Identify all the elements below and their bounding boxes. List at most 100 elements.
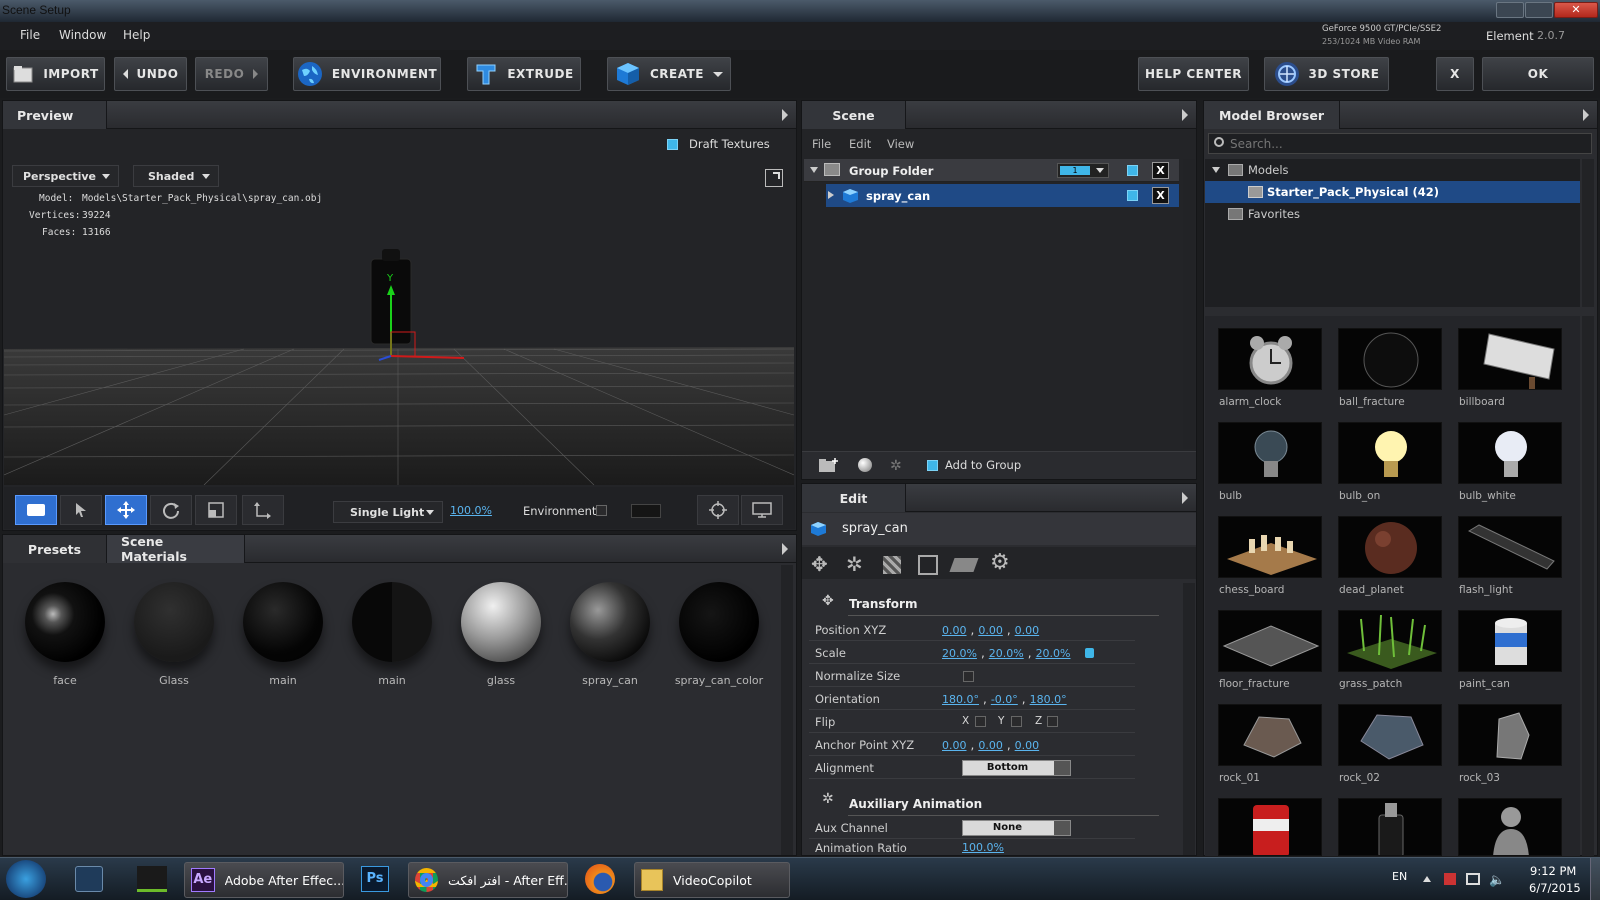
ok-button[interactable]: OK bbox=[1482, 57, 1594, 91]
maximize-viewport-icon[interactable] bbox=[765, 169, 783, 187]
group-count-dropdown[interactable]: 1 bbox=[1057, 163, 1109, 178]
gear-icon[interactable]: ✲ bbox=[890, 458, 902, 474]
tab-scene[interactable]: Scene bbox=[802, 101, 906, 129]
shading-dropdown[interactable]: Shaded bbox=[133, 165, 219, 187]
model-item[interactable]: bulb_white bbox=[1458, 422, 1564, 502]
edit-scrollbar[interactable] bbox=[1183, 583, 1195, 855]
taskbar-chrome[interactable]: افتر افكت - After Eff... bbox=[408, 862, 568, 898]
rotate-tool-button[interactable] bbox=[150, 495, 192, 525]
search-input[interactable] bbox=[1230, 135, 1585, 152]
model-item[interactable]: grass_patch bbox=[1338, 610, 1444, 690]
tab-model-browser[interactable]: Model Browser bbox=[1204, 101, 1340, 129]
environment-button[interactable]: ENVIRONMENT bbox=[293, 57, 441, 91]
draft-textures-checkbox[interactable] bbox=[667, 139, 678, 150]
orientation-y[interactable]: -0.0° bbox=[991, 693, 1018, 706]
tray-arrow-icon[interactable] bbox=[1423, 876, 1431, 882]
scale-y[interactable]: 20.0% bbox=[989, 647, 1024, 660]
tab-scene-materials[interactable]: Scene Materials bbox=[107, 534, 245, 564]
group-visible-checkbox[interactable] bbox=[1127, 165, 1138, 176]
recenter-button[interactable] bbox=[697, 495, 739, 525]
start-button[interactable] bbox=[6, 860, 46, 898]
model-item[interactable]: bulb bbox=[1218, 422, 1324, 502]
copy-tab-icon[interactable] bbox=[918, 555, 938, 575]
model-item[interactable] bbox=[1458, 798, 1564, 856]
new-folder-icon[interactable] bbox=[818, 457, 840, 473]
position-z[interactable]: 0.00 bbox=[1015, 624, 1040, 637]
add-to-group-checkbox[interactable] bbox=[927, 460, 938, 471]
scene-menu-view[interactable]: View bbox=[887, 137, 914, 151]
create-button[interactable]: CREATE bbox=[607, 57, 731, 91]
model-item[interactable] bbox=[1218, 798, 1324, 856]
taskbar-after-effects[interactable]: Ae Adobe After Effec... bbox=[184, 862, 344, 898]
environment-checkbox[interactable] bbox=[596, 505, 607, 516]
tab-preview[interactable]: Preview bbox=[3, 101, 107, 129]
taskbar-folder[interactable]: VideoCopilot bbox=[634, 862, 790, 898]
photoshop-icon[interactable]: Ps bbox=[361, 866, 389, 892]
materials-scrollbar[interactable] bbox=[781, 565, 793, 855]
camera-tool-button[interactable] bbox=[15, 495, 57, 525]
material-item[interactable]: spray_can bbox=[562, 582, 658, 687]
cancel-button[interactable]: X bbox=[1436, 57, 1474, 91]
redo-button[interactable]: REDO bbox=[195, 57, 268, 91]
transform-tab-icon[interactable]: ✥ bbox=[811, 552, 828, 576]
flip-z-checkbox[interactable] bbox=[1047, 716, 1058, 727]
model-item[interactable]: alarm_clock bbox=[1218, 328, 1324, 408]
flip-y-checkbox[interactable] bbox=[1011, 716, 1022, 727]
model-item[interactable]: paint_can bbox=[1458, 610, 1564, 690]
scene-menu-file[interactable]: File bbox=[812, 137, 831, 151]
model-item[interactable]: flash_light bbox=[1458, 516, 1564, 596]
axis-tool-button[interactable] bbox=[242, 495, 284, 525]
position-y[interactable]: 0.00 bbox=[978, 624, 1003, 637]
3d-store-button[interactable]: 3D STORE bbox=[1264, 57, 1389, 91]
position-x[interactable]: 0.00 bbox=[942, 624, 967, 637]
scene-scrollbar[interactable] bbox=[1183, 159, 1195, 449]
panel-expand-icon[interactable] bbox=[782, 543, 788, 555]
undo-button[interactable]: UNDO bbox=[114, 57, 187, 91]
grid-scrollbar[interactable] bbox=[1582, 316, 1594, 856]
light-percent[interactable]: 100.0% bbox=[450, 504, 492, 517]
scale-tool-button[interactable] bbox=[195, 495, 237, 525]
material-item[interactable]: face bbox=[17, 582, 113, 687]
firefox-icon[interactable] bbox=[585, 864, 615, 894]
aux-channel-dropdown[interactable]: None bbox=[962, 820, 1071, 836]
network-icon[interactable] bbox=[1466, 873, 1480, 885]
move-tool-button[interactable] bbox=[105, 495, 147, 525]
bevel-tab-icon[interactable] bbox=[949, 558, 979, 572]
light-dropdown[interactable]: Single Light bbox=[333, 501, 443, 523]
model-item[interactable]: floor_fracture bbox=[1218, 610, 1324, 690]
model-item[interactable]: chess_board bbox=[1218, 516, 1324, 596]
maximize-button[interactable] bbox=[1525, 2, 1553, 18]
sphere-icon[interactable] bbox=[858, 458, 872, 472]
clock-time[interactable]: 9:12 PM bbox=[1530, 864, 1576, 878]
anim-ratio-value[interactable]: 100.0% bbox=[962, 841, 1004, 854]
scale-x[interactable]: 20.0% bbox=[942, 647, 977, 660]
minimize-button[interactable] bbox=[1496, 2, 1524, 18]
scene-menu-edit[interactable]: Edit bbox=[849, 137, 871, 151]
model-item[interactable]: ball_fracture bbox=[1338, 328, 1444, 408]
orientation-z[interactable]: 180.0° bbox=[1030, 693, 1067, 706]
panel-expand-icon[interactable] bbox=[1182, 492, 1188, 504]
tree-models[interactable]: Models bbox=[1248, 163, 1289, 177]
flip-x-checkbox[interactable] bbox=[975, 716, 986, 727]
model-item[interactable]: dead_planet bbox=[1338, 516, 1444, 596]
tree-scrollbar[interactable] bbox=[1582, 159, 1594, 307]
tray-flag-icon[interactable] bbox=[1444, 873, 1456, 885]
select-tool-button[interactable] bbox=[60, 495, 102, 525]
material-item[interactable]: Glass bbox=[126, 582, 222, 687]
gears-tab-icon[interactable]: ✲ bbox=[846, 552, 863, 576]
material-item[interactable]: glass bbox=[453, 582, 549, 687]
model-item[interactable]: rock_02 bbox=[1338, 704, 1444, 784]
camera-dropdown[interactable]: Perspective bbox=[12, 165, 119, 187]
extrude-button[interactable]: EXTRUDE bbox=[467, 57, 581, 91]
render-view-button[interactable] bbox=[741, 495, 783, 525]
menu-file[interactable]: File bbox=[20, 28, 40, 42]
anchor-y[interactable]: 0.00 bbox=[978, 739, 1003, 752]
clock-date[interactable]: 6/7/2015 bbox=[1529, 881, 1581, 895]
menu-help[interactable]: Help bbox=[123, 28, 150, 42]
help-center-button[interactable]: HELP CENTER bbox=[1138, 57, 1249, 91]
expand-arrow-icon[interactable] bbox=[828, 191, 834, 199]
expand-arrow-icon[interactable] bbox=[810, 167, 818, 173]
model-item[interactable]: rock_03 bbox=[1458, 704, 1564, 784]
model-item[interactable]: bulb_on bbox=[1338, 422, 1444, 502]
material-item[interactable]: main bbox=[235, 582, 331, 687]
